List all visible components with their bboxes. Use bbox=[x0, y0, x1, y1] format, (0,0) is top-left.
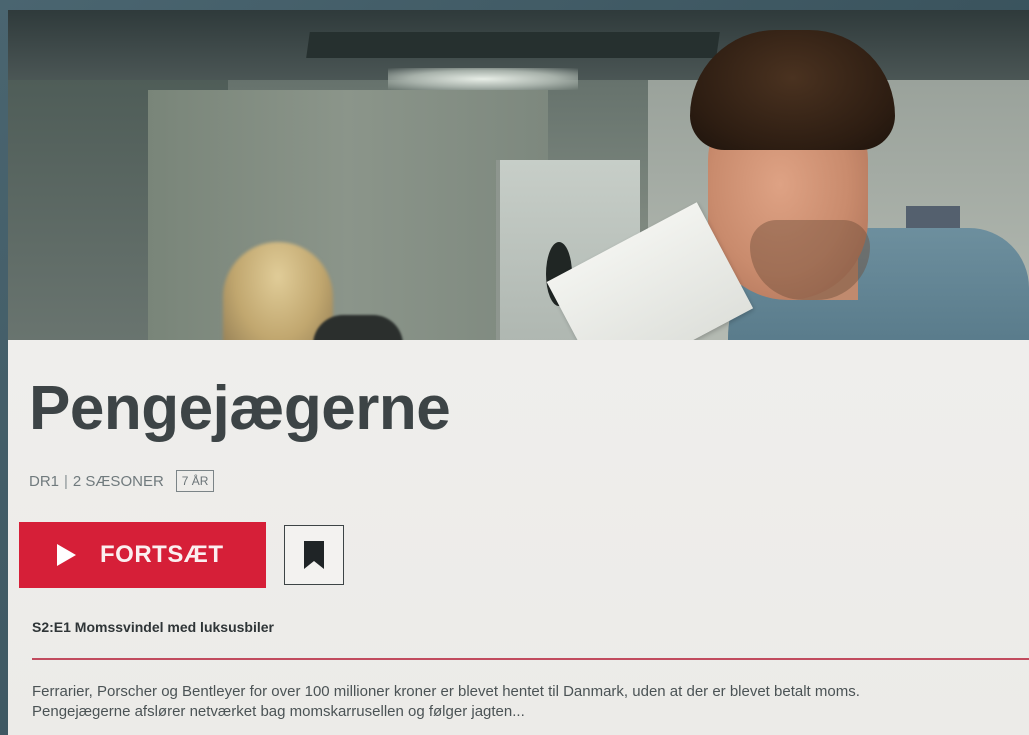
show-title: Pengejægerne bbox=[29, 374, 451, 443]
show-meta: DR1 | 2 SÆSONER 7 ÅR bbox=[29, 470, 215, 492]
continue-button-label: FORTSÆT bbox=[100, 541, 224, 568]
hero-wall-middle bbox=[148, 90, 548, 350]
hero-ceiling-light bbox=[388, 68, 578, 90]
hero-image bbox=[8, 10, 1029, 350]
episode-title[interactable]: S2:E1 Momssvindel med luksusbiler bbox=[32, 619, 274, 635]
bookmark-button[interactable] bbox=[284, 525, 344, 585]
episode-description: Ferrarier, Porscher og Bentleyer for ove… bbox=[32, 683, 860, 720]
progress-divider bbox=[32, 658, 1029, 660]
channel-label: DR1 bbox=[29, 472, 60, 490]
meta-separator: | bbox=[64, 472, 68, 490]
seasons-label: 2 SÆSONER bbox=[72, 472, 164, 490]
age-rating-badge: 7 ÅR bbox=[175, 470, 215, 492]
show-info-panel: Pengejægerne DR1 | 2 SÆSONER 7 ÅR FORTSÆ… bbox=[8, 340, 1029, 735]
play-icon bbox=[57, 544, 76, 566]
bookmark-icon bbox=[304, 541, 324, 569]
hero-beam bbox=[306, 32, 720, 58]
continue-button[interactable]: FORTSÆT bbox=[19, 522, 266, 588]
